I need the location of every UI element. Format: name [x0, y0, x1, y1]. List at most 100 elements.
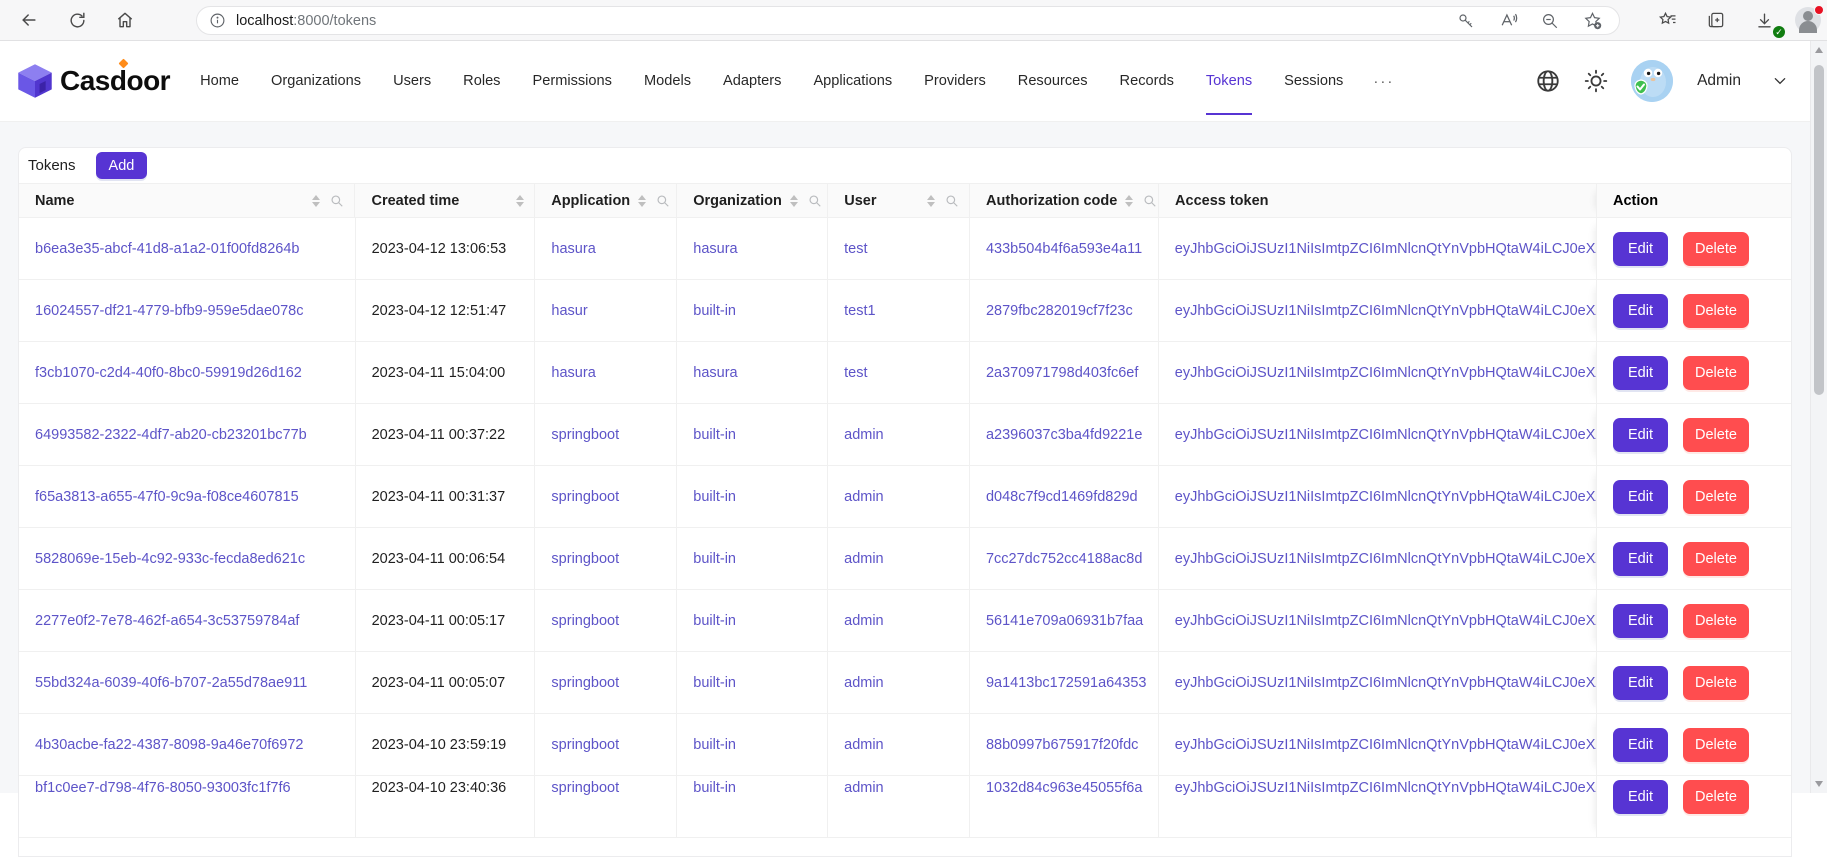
delete-button[interactable]: Delete — [1683, 666, 1749, 700]
application-link[interactable]: hasur — [551, 303, 587, 319]
nav-item-roles[interactable]: Roles — [447, 41, 516, 121]
zoom-out-button[interactable] — [1533, 6, 1567, 36]
menu-overflow-button[interactable]: ··· — [1359, 73, 1408, 90]
edit-button[interactable]: Edit — [1613, 356, 1668, 390]
application-link[interactable]: springboot — [551, 613, 619, 629]
organization-link[interactable]: built-in — [693, 489, 736, 505]
token-name-link[interactable]: 2277e0f2-7e78-462f-a654-3c53759784af — [35, 613, 299, 629]
edit-button[interactable]: Edit — [1613, 232, 1668, 266]
edit-button[interactable]: Edit — [1613, 542, 1668, 576]
nav-item-home[interactable]: Home — [184, 41, 255, 121]
browser-back-button[interactable] — [12, 5, 46, 35]
column-header-application[interactable]: Application — [535, 184, 677, 217]
user-link[interactable]: test — [844, 365, 867, 381]
column-search-icon[interactable] — [330, 194, 344, 208]
application-link[interactable]: springboot — [551, 427, 619, 443]
user-link[interactable]: admin — [844, 675, 884, 691]
application-link[interactable]: springboot — [551, 737, 619, 753]
organization-link[interactable]: built-in — [693, 427, 736, 443]
delete-button[interactable]: Delete — [1683, 294, 1749, 328]
user-link[interactable]: test — [844, 241, 867, 257]
edit-button[interactable]: Edit — [1613, 604, 1668, 638]
sort-carets-icon[interactable] — [630, 195, 646, 207]
token-name-link[interactable]: 64993582-2322-4df7-ab20-cb23201bc77b — [35, 427, 307, 443]
token-name-link[interactable]: 16024557-df21-4779-bfb9-959e5dae078c — [35, 303, 303, 319]
authorization-code-link[interactable]: 9a1413bc172591a64353 — [986, 675, 1146, 691]
user-link[interactable]: admin — [844, 489, 884, 505]
browser-profile-avatar[interactable] — [1795, 7, 1821, 33]
nav-item-models[interactable]: Models — [628, 41, 707, 121]
nav-item-sessions[interactable]: Sessions — [1268, 41, 1359, 121]
user-avatar[interactable] — [1631, 60, 1673, 102]
nav-item-adapters[interactable]: Adapters — [707, 41, 797, 121]
edit-button[interactable]: Edit — [1613, 780, 1668, 814]
user-link[interactable]: admin — [844, 551, 884, 567]
authorization-code-link[interactable]: 2879fbc282019cf7f23c — [986, 303, 1133, 319]
column-header-authorization-code[interactable]: Authorization code — [970, 184, 1159, 217]
column-search-icon[interactable] — [656, 194, 670, 208]
authorization-code-link[interactable]: 2a370971798d403fc6ef — [986, 365, 1138, 381]
authorization-code-link[interactable]: 7cc27dc752cc4188ac8d — [986, 551, 1142, 567]
column-search-icon[interactable] — [1143, 194, 1157, 208]
column-header-organization[interactable]: Organization — [677, 184, 828, 217]
nav-item-organizations[interactable]: Organizations — [255, 41, 377, 121]
add-token-button[interactable]: Add — [96, 152, 148, 179]
application-link[interactable]: hasura — [551, 365, 595, 381]
nav-item-providers[interactable]: Providers — [908, 41, 1002, 121]
nav-item-applications[interactable]: Applications — [797, 41, 908, 121]
authorization-code-link[interactable]: d048c7f9cd1469fd829d — [986, 489, 1138, 505]
favorites-bar-button[interactable] — [1651, 5, 1685, 35]
token-name-link[interactable]: b6ea3e35-abcf-41d8-a1a2-01f00fd8264b — [35, 241, 299, 257]
edit-button[interactable]: Edit — [1613, 666, 1668, 700]
nav-item-resources[interactable]: Resources — [1002, 41, 1104, 121]
organization-link[interactable]: built-in — [693, 613, 736, 629]
organization-link[interactable]: hasura — [693, 365, 737, 381]
current-user-label[interactable]: Admin — [1697, 72, 1741, 90]
application-link[interactable]: springboot — [551, 551, 619, 567]
token-name-link[interactable]: f3cb1070-c2d4-40f0-8bc0-59919d26d162 — [35, 365, 302, 381]
scrollbar-up-arrow-icon[interactable] — [1815, 47, 1823, 53]
organization-link[interactable]: built-in — [693, 780, 736, 796]
user-link[interactable]: test1 — [844, 303, 875, 319]
token-name-link[interactable]: 55bd324a-6039-40f6-b707-2a55d78ae911 — [35, 675, 307, 691]
application-link[interactable]: springboot — [551, 675, 619, 691]
browser-home-button[interactable] — [108, 5, 142, 35]
browser-refresh-button[interactable] — [60, 5, 94, 35]
sort-carets-icon[interactable] — [782, 195, 798, 207]
user-link[interactable]: admin — [844, 427, 884, 443]
nav-item-users[interactable]: Users — [377, 41, 447, 121]
token-name-link[interactable]: 4b30acbe-fa22-4387-8098-9a46e70f6972 — [35, 737, 303, 753]
url-text[interactable]: localhost:8000/tokens — [236, 13, 1449, 29]
authorization-code-link[interactable]: a2396037c3ba4fd9221e — [986, 427, 1142, 443]
authorization-code-link[interactable]: 88b0997b675917f20fdc — [986, 737, 1138, 753]
authorization-code-link[interactable]: 433b504b4f6a593e4a11 — [986, 241, 1142, 257]
edit-button[interactable]: Edit — [1613, 480, 1668, 514]
authorization-code-link[interactable]: 56141e709a06931b7faa — [986, 613, 1143, 629]
site-info-icon[interactable] — [209, 12, 226, 29]
delete-button[interactable]: Delete — [1683, 232, 1749, 266]
token-name-link[interactable]: bf1c0ee7-d798-4f76-8050-93003fc1f7f6 — [35, 780, 291, 796]
column-header-name[interactable]: Name — [19, 184, 355, 217]
edit-button[interactable]: Edit — [1613, 294, 1668, 328]
chevron-down-icon[interactable] — [1773, 74, 1787, 88]
organization-link[interactable]: built-in — [693, 737, 736, 753]
delete-button[interactable]: Delete — [1683, 780, 1749, 814]
organization-link[interactable]: hasura — [693, 241, 737, 257]
nav-item-tokens[interactable]: Tokens — [1190, 41, 1268, 121]
user-link[interactable]: admin — [844, 780, 884, 796]
scrollbar-down-arrow-icon[interactable] — [1815, 781, 1823, 787]
token-name-link[interactable]: f65a3813-a655-47f0-9c9a-f08ce4607815 — [35, 489, 299, 505]
delete-button[interactable]: Delete — [1683, 604, 1749, 638]
application-link[interactable]: springboot — [551, 489, 619, 505]
downloads-button[interactable]: ✓ — [1747, 5, 1781, 35]
column-search-icon[interactable] — [945, 194, 959, 208]
column-header-user[interactable]: User — [828, 184, 970, 217]
collections-button[interactable] — [1699, 5, 1733, 35]
nav-item-permissions[interactable]: Permissions — [516, 41, 627, 121]
sort-carets-icon[interactable] — [304, 195, 320, 207]
organization-link[interactable]: built-in — [693, 303, 736, 319]
authorization-code-link[interactable]: 1032d84c963e45055f6a — [986, 780, 1142, 796]
nav-item-records[interactable]: Records — [1104, 41, 1190, 121]
delete-button[interactable]: Delete — [1683, 542, 1749, 576]
password-key-button[interactable] — [1449, 6, 1483, 36]
